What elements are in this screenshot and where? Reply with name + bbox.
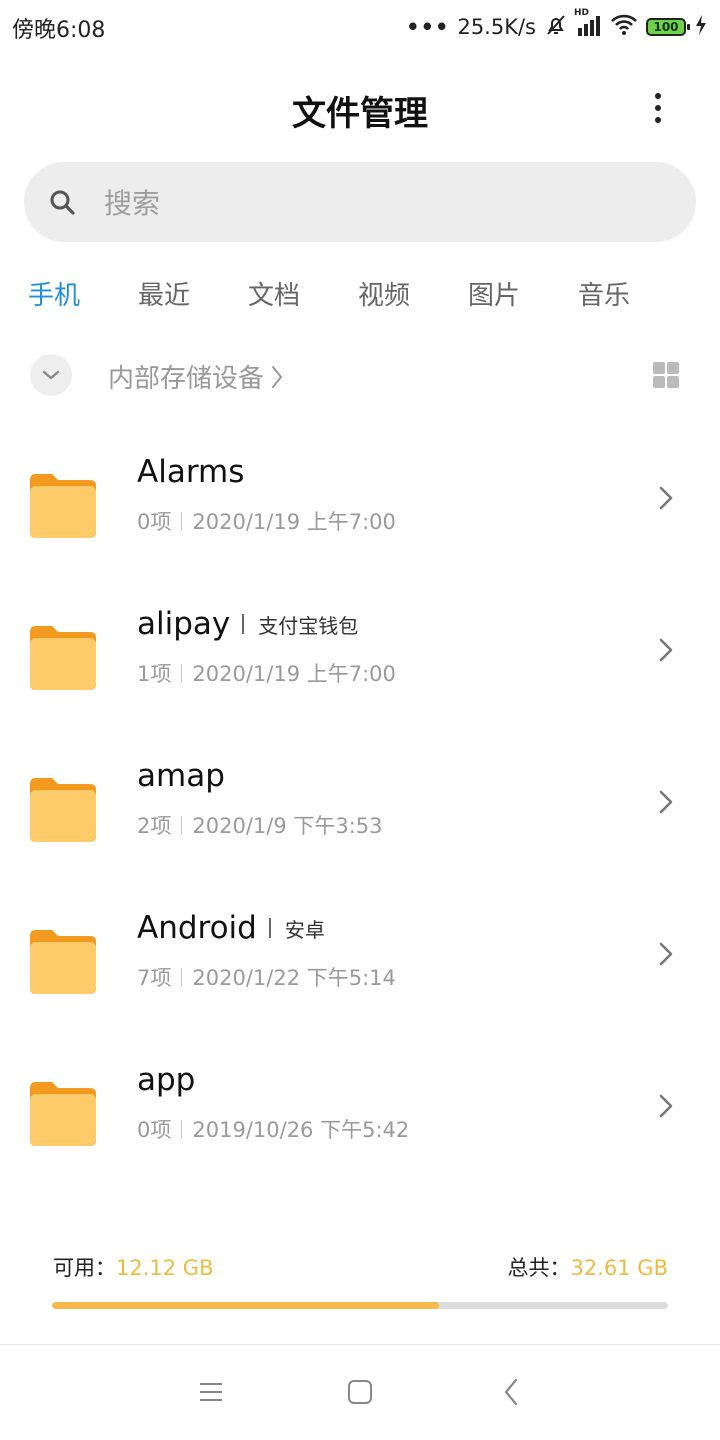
back-button[interactable]: [489, 1370, 533, 1414]
folder-icon: [30, 474, 96, 538]
tab-images[interactable]: 图片: [468, 275, 520, 312]
charging-icon: [694, 14, 708, 41]
storage-usage-bar: [52, 1302, 668, 1309]
folder-row-app[interactable]: app 0项 2019/10/26 下午5:42: [0, 1042, 720, 1194]
tab-recent[interactable]: 最近: [138, 275, 190, 312]
battery-icon: 100: [646, 18, 690, 36]
folder-item-count: 2项: [137, 814, 172, 838]
status-indicators: ••• 25.5K/s HD 100: [406, 8, 708, 42]
breadcrumb[interactable]: 内部存储设备: [108, 358, 284, 395]
chevron-right-icon: [659, 790, 673, 814]
folder-item-count: 0项: [137, 510, 172, 534]
folder-modified: 2019/10/26 下午5:42: [192, 1118, 410, 1142]
status-bar: 傍晚6:08 ••• 25.5K/s HD 100: [0, 0, 720, 56]
folder-name: Alarms: [137, 454, 245, 490]
folder-icon: [30, 1082, 96, 1146]
search-input[interactable]: [102, 182, 666, 224]
more-options-button[interactable]: [640, 86, 676, 130]
storage-total-value: 32.61 GB: [570, 1256, 668, 1280]
tab-videos[interactable]: 视频: [358, 275, 410, 312]
folder-modified: 2020/1/19 上午7:00: [192, 662, 396, 686]
divider: [181, 664, 183, 682]
search-icon: [48, 188, 76, 216]
folder-row-alipay[interactable]: alipay 支付宝钱包 1项 2020/1/19 上午7:00: [0, 586, 720, 738]
home-button[interactable]: [338, 1370, 382, 1414]
folder-icon: [30, 778, 96, 842]
network-type: HD: [574, 7, 590, 18]
dots-icon: •••: [406, 15, 450, 39]
chevron-right-icon: [659, 942, 673, 966]
folder-modified: 2020/1/19 上午7:00: [192, 510, 396, 534]
folder-row-amap[interactable]: amap 2项 2020/1/9 下午3:53: [0, 738, 720, 890]
status-time: 傍晚6:08: [12, 18, 106, 43]
breadcrumb-location: 内部存储设备: [108, 364, 265, 394]
chevron-right-icon: [659, 638, 673, 662]
chevron-right-icon: [272, 365, 283, 388]
folder-item-count: 0项: [137, 1118, 172, 1142]
folder-alias: 支付宝钱包: [242, 610, 358, 639]
nav-divider: [0, 1344, 720, 1345]
signal-icon: HD: [574, 8, 602, 41]
folder-row-android[interactable]: Android 安卓 7项 2020/1/22 下午5:14: [0, 890, 720, 1042]
chevron-right-icon: [659, 1094, 673, 1118]
folder-icon: [30, 626, 96, 690]
storage-available-value: 12.12 GB: [116, 1256, 214, 1280]
folder-name: Android: [137, 910, 257, 946]
folder-modified: 2020/1/22 下午5:14: [192, 966, 396, 990]
folder-modified: 2020/1/9 下午3:53: [192, 814, 383, 838]
tab-phone[interactable]: 手机: [28, 275, 80, 312]
tab-music[interactable]: 音乐: [578, 275, 630, 312]
storage-available: 可用：12.12 GB: [53, 1252, 213, 1282]
chevron-down-icon: [42, 370, 60, 380]
network-speed: 25.5K/s: [457, 15, 536, 39]
mute-bell-icon: [544, 13, 568, 42]
collapse-button[interactable]: [30, 354, 72, 396]
folder-alias: 安卓: [269, 914, 325, 943]
storage-usage-fill: [52, 1302, 440, 1309]
storage-available-label: 可用：: [53, 1256, 116, 1280]
page-title: 文件管理: [292, 94, 428, 134]
divider: [181, 816, 183, 834]
home-icon: [348, 1380, 372, 1404]
folder-name: amap: [137, 758, 225, 794]
wifi-icon: [610, 14, 638, 41]
menu-icon: [200, 1383, 222, 1401]
folder-item-count: 1项: [137, 662, 172, 686]
divider: [181, 968, 183, 986]
folder-name: app: [137, 1062, 196, 1098]
storage-total: 总共：32.61 GB: [508, 1252, 668, 1282]
grid-view-icon[interactable]: [653, 362, 679, 388]
folder-row-alarms[interactable]: Alarms 0项 2020/1/19 上午7:00: [0, 434, 720, 586]
more-vertical-icon: [655, 93, 661, 99]
tab-documents[interactable]: 文档: [248, 275, 300, 312]
divider: [181, 512, 183, 530]
folder-name: alipay: [137, 606, 231, 642]
chevron-right-icon: [659, 486, 673, 510]
storage-total-label: 总共：: [507, 1256, 571, 1280]
folder-icon: [30, 930, 96, 994]
menu-button[interactable]: [189, 1370, 233, 1414]
back-icon: [504, 1378, 518, 1406]
divider: [181, 1120, 183, 1138]
folder-item-count: 7项: [137, 966, 172, 990]
